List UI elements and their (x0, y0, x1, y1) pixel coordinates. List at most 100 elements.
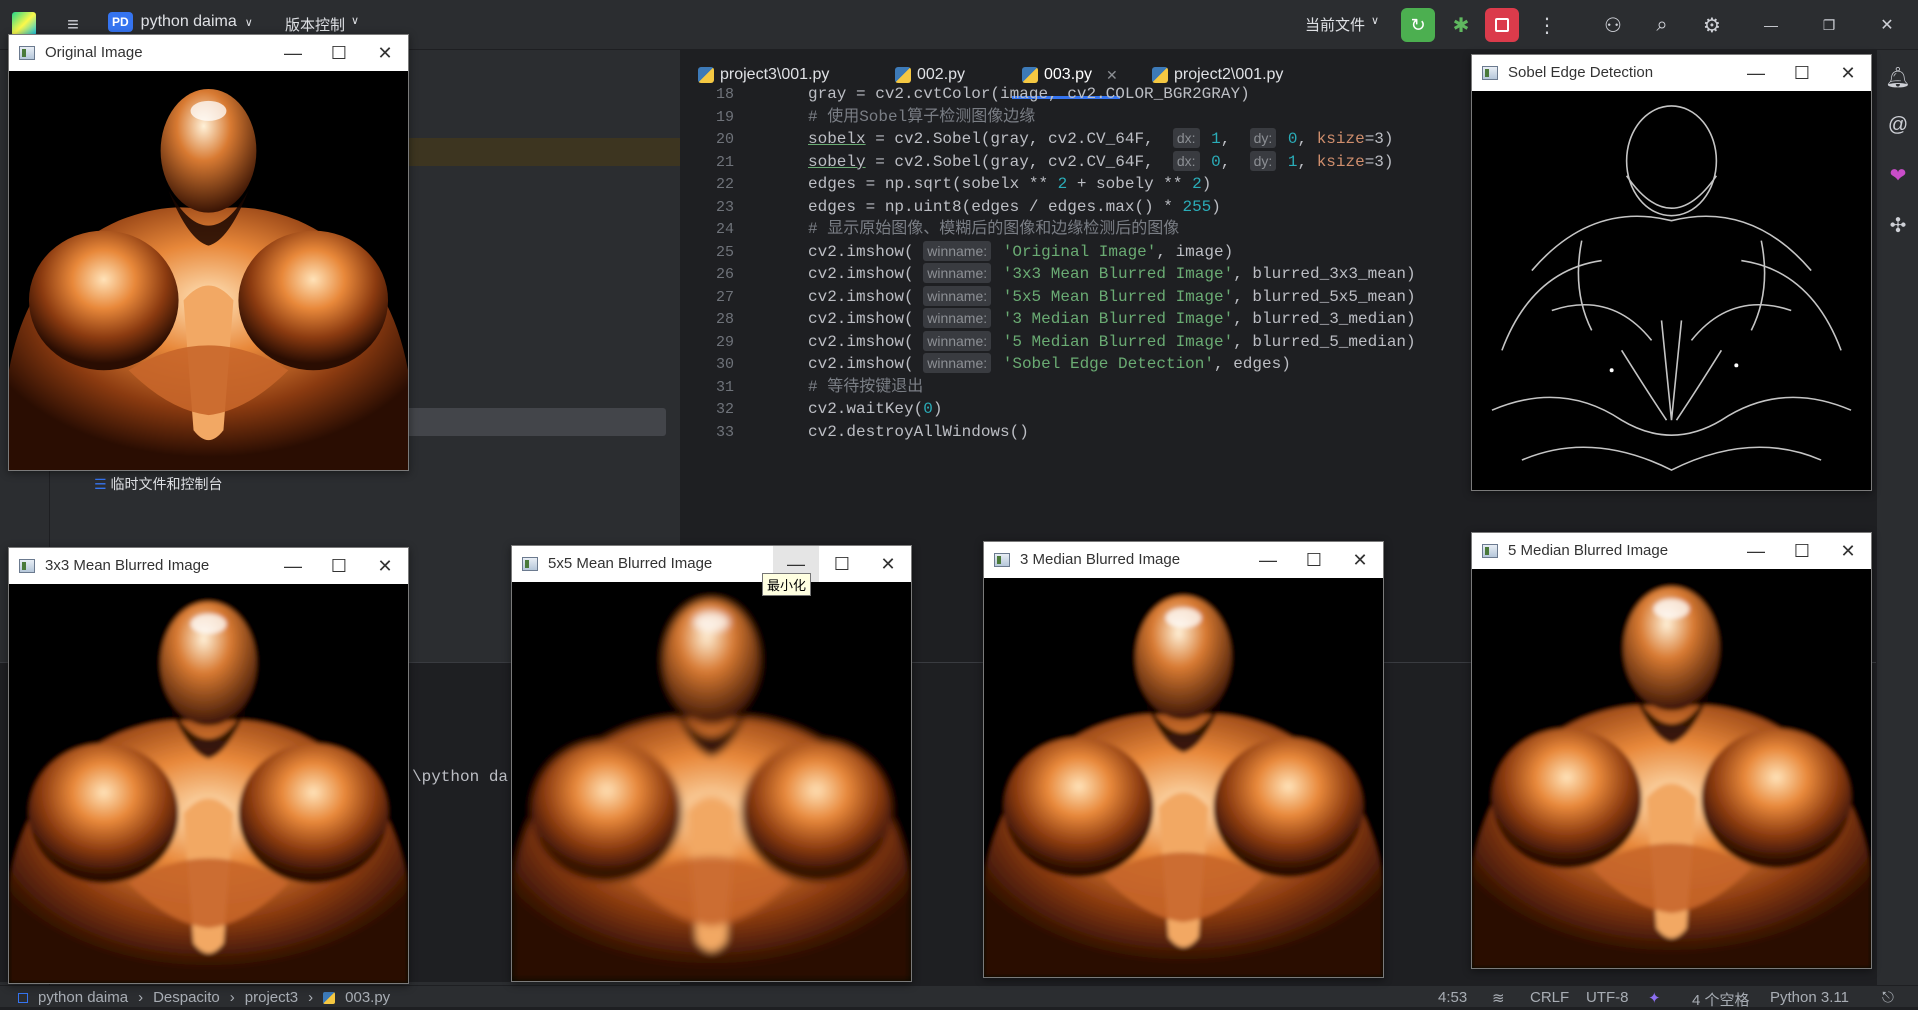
maximize-button[interactable]: ☐ (316, 548, 362, 584)
image-canvas (1472, 569, 1871, 968)
scratch-label: 临时文件和控制台 (110, 476, 223, 492)
chevron-right-icon: › (308, 989, 314, 1006)
gear-icon[interactable]: ⚙ (1697, 10, 1727, 40)
app-icon (522, 557, 538, 571)
debug-icon[interactable]: ✱ (1446, 10, 1476, 40)
close-button[interactable]: ✕ (865, 546, 911, 582)
lock-icon[interactable]: ⎋ (1882, 989, 1894, 1006)
window-title: 3x3 Mean Blurred Image (45, 557, 210, 574)
window-close-icon[interactable]: ✕ (1872, 10, 1902, 40)
ai-status-icon[interactable]: ≋ (1492, 989, 1505, 1007)
minimize-button[interactable]: — (270, 548, 316, 584)
image-canvas (512, 582, 911, 981)
scratch-files-item[interactable]: ☰ 临时文件和控制台 (94, 474, 222, 494)
window-titlebar[interactable]: Sobel Edge Detection — ☐ ✕ (1472, 55, 1871, 91)
window-titlebar[interactable]: 3x3 Mean Blurred Image — ☐ ✕ (9, 548, 408, 584)
close-button[interactable]: ✕ (362, 548, 408, 584)
tools-icon[interactable]: ✣ (1885, 212, 1911, 238)
window-title: 3 Median Blurred Image (1020, 551, 1181, 568)
line-number: 33 (715, 423, 734, 441)
vcs-menu[interactable]: 版本控制 ∨ (285, 14, 359, 35)
window-restore-icon[interactable]: ❐ (1814, 10, 1844, 40)
right-tool-stripe: 🔔︎ @ ❤ ✣ (1876, 50, 1918, 985)
code-line[interactable]: 33 cv2.destroyAllWindows() (680, 419, 1480, 446)
minimize-button[interactable]: — (270, 35, 316, 71)
project-name: python daima (140, 13, 237, 30)
vcs-menu-label: 版本控制 (285, 17, 346, 34)
window-minimize-icon[interactable]: — (1756, 10, 1786, 40)
window-title: 5 Median Blurred Image (1508, 542, 1669, 559)
app-icon (994, 553, 1010, 567)
median-5-window[interactable]: 5 Median Blurred Image — ☐ ✕ (1471, 532, 1872, 969)
window-titlebar[interactable]: 5x5 Mean Blurred Image — ☐ ✕ (512, 546, 911, 582)
notifications-icon[interactable]: 🔔︎ (1885, 64, 1911, 90)
more-actions-icon[interactable]: ⋮ (1532, 10, 1562, 40)
maximize-button[interactable]: ☐ (316, 35, 362, 71)
minimize-button[interactable]: — (1733, 55, 1779, 91)
ai-assistant-icon[interactable]: @ (1885, 112, 1911, 138)
stop-button[interactable] (1485, 8, 1519, 42)
code-text: cv2.destroyAllWindows() (808, 422, 1029, 441)
line-separator[interactable]: CRLF (1530, 989, 1569, 1006)
maximize-button[interactable]: ☐ (1779, 55, 1825, 91)
mean-3x3-window[interactable]: 3x3 Mean Blurred Image — ☐ ✕ (8, 547, 409, 984)
chevron-down-icon: ∨ (1371, 15, 1380, 27)
bodybuilder-image (9, 584, 408, 983)
median-3-window[interactable]: 3 Median Blurred Image — ☐ ✕ (983, 541, 1384, 978)
image-canvas (1472, 91, 1871, 490)
close-button[interactable]: ✕ (1825, 55, 1871, 91)
scratch-icon: ☰ (94, 476, 107, 492)
original-image-window[interactable]: Original Image — ☐ ✕ (8, 34, 409, 471)
stop-icon (1495, 18, 1509, 32)
maximize-button[interactable]: ☐ (1779, 533, 1825, 569)
window-titlebar[interactable]: 3 Median Blurred Image — ☐ ✕ (984, 542, 1383, 578)
interpreter-selector[interactable]: Python 3.11 (1770, 989, 1849, 1006)
breadcrumb-item[interactable]: 003.py (345, 989, 390, 1006)
add-user-icon[interactable]: ⚇ (1598, 10, 1628, 40)
breadcrumb-item[interactable]: project3 (245, 989, 298, 1006)
project-badge: PD (108, 12, 133, 32)
chevron-down-icon: ∨ (351, 15, 360, 27)
app-icon (1482, 66, 1498, 80)
breadcrumb-item[interactable]: Despacito (153, 989, 220, 1006)
search-icon[interactable]: ⌕ (1647, 10, 1677, 40)
status-bar: python daima › Despacito › project3 › 00… (0, 985, 1918, 1009)
minimize-button[interactable]: — (1733, 533, 1779, 569)
maximize-button[interactable]: ☐ (1291, 542, 1337, 578)
python-file-icon (323, 991, 336, 1004)
close-button[interactable]: ✕ (1825, 533, 1871, 569)
chevron-right-icon: › (229, 989, 235, 1006)
chevron-right-icon: › (138, 989, 144, 1006)
edge-image (1472, 91, 1871, 490)
app-icon (1482, 544, 1498, 558)
maximize-button[interactable]: ☐ (819, 546, 865, 582)
run-config-selector[interactable]: 当前文件 ∨ (1305, 14, 1379, 35)
mean-5x5-window[interactable]: 5x5 Mean Blurred Image — ☐ ✕ (511, 545, 912, 982)
window-title: Sobel Edge Detection (1508, 64, 1654, 81)
project-selector[interactable]: PD python daima ∨ (108, 12, 253, 32)
app-logo-icon[interactable] (12, 12, 36, 36)
window-title: Original Image (45, 44, 143, 61)
minimize-tooltip: 最小化 (762, 573, 812, 596)
breadcrumb-item[interactable]: python daima (38, 989, 128, 1006)
terminal-output: \python da (412, 768, 509, 786)
window-titlebar[interactable]: 5 Median Blurred Image — ☐ ✕ (1472, 533, 1871, 569)
window-titlebar[interactable]: Original Image — ☐ ✕ (9, 35, 408, 71)
breadcrumb-module-icon (18, 992, 28, 1003)
file-encoding[interactable]: UTF-8 (1586, 989, 1629, 1006)
close-button[interactable]: ✕ (1337, 542, 1383, 578)
run-config-label: 当前文件 (1305, 17, 1366, 34)
plugin-status-icon[interactable]: ✦ (1648, 989, 1661, 1007)
close-button[interactable]: ✕ (362, 35, 408, 71)
image-canvas (9, 584, 408, 983)
rerun-button[interactable]: ↻ (1401, 8, 1435, 42)
bodybuilder-image (9, 71, 408, 470)
plugin-icon[interactable]: ❤ (1885, 162, 1911, 188)
bodybuilder-image (512, 582, 911, 981)
sobel-edge-window[interactable]: Sobel Edge Detection — ☐ ✕ (1471, 54, 1872, 491)
app-icon (19, 559, 35, 573)
image-canvas (984, 578, 1383, 977)
cursor-position[interactable]: 4:53 (1438, 989, 1467, 1006)
minimize-button[interactable]: — (1245, 542, 1291, 578)
image-canvas (9, 71, 408, 470)
